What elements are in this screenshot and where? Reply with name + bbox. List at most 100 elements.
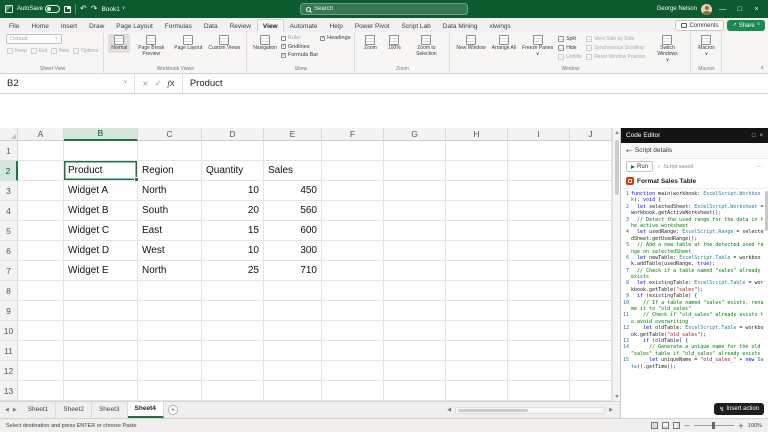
cell-G10[interactable] — [384, 321, 446, 341]
cell-F6[interactable] — [322, 241, 384, 261]
cell-C8[interactable] — [138, 281, 202, 301]
hscroll-left-icon[interactable]: ◀ — [445, 407, 453, 413]
col-header-H[interactable]: H — [446, 128, 508, 141]
insert-action-button[interactable]: ↯ Insert action — [714, 403, 764, 415]
cell-C7[interactable]: North — [138, 261, 202, 281]
zoom-percent[interactable]: 100% — [748, 423, 762, 429]
insert-function-icon[interactable]: fx — [167, 78, 174, 89]
cell-I1[interactable] — [508, 141, 570, 161]
cell-H9[interactable] — [446, 301, 508, 321]
ribbon-tab-page-layout[interactable]: Page Layout — [110, 19, 159, 32]
undo-icon[interactable]: ↶ — [80, 5, 87, 13]
navigation-button[interactable]: Navigation — [251, 34, 279, 53]
autosave-toggle[interactable] — [45, 5, 60, 13]
popout-icon[interactable]: □ — [752, 133, 756, 139]
cell-F8[interactable] — [322, 281, 384, 301]
cell-I7[interactable] — [508, 261, 570, 281]
cell-C3[interactable]: North — [138, 181, 202, 201]
cell-I6[interactable] — [508, 241, 570, 261]
cell-F3[interactable] — [322, 181, 384, 201]
cell-H12[interactable] — [446, 361, 508, 381]
col-header-F[interactable]: F — [322, 128, 384, 141]
cell-F1[interactable] — [322, 141, 384, 161]
scroll-down-icon[interactable] — [615, 395, 619, 398]
ribbon-tab-automate[interactable]: Automate — [284, 19, 324, 32]
col-header-J[interactable]: J — [570, 128, 612, 141]
col-header-C[interactable]: C — [138, 128, 202, 141]
cell-C4[interactable]: South — [138, 201, 202, 221]
cell-J8[interactable] — [570, 281, 612, 301]
ribbon-tab-home[interactable]: Home — [25, 19, 54, 32]
cell-G4[interactable] — [384, 201, 446, 221]
zoom-in-icon[interactable]: + — [738, 422, 744, 430]
cell-J2[interactable] — [570, 161, 612, 181]
cell-C13[interactable] — [138, 381, 202, 401]
add-sheet-button[interactable]: + — [168, 405, 178, 415]
row-header-13[interactable]: 13 — [0, 381, 18, 401]
row-header-2[interactable]: 2 — [0, 161, 18, 181]
cell-D11[interactable] — [202, 341, 264, 361]
cell-A3[interactable] — [18, 181, 64, 201]
row-header-5[interactable]: 5 — [0, 221, 18, 241]
more-options-icon[interactable]: ··· — [756, 164, 764, 170]
unhide-button[interactable]: Unhide — [557, 52, 583, 61]
row-header-9[interactable]: 9 — [0, 301, 18, 321]
cell-A4[interactable] — [18, 201, 64, 221]
col-header-G[interactable]: G — [384, 128, 446, 141]
cell-J6[interactable] — [570, 241, 612, 261]
cell-E13[interactable] — [264, 381, 322, 401]
100-button[interactable]: 100% — [383, 34, 405, 53]
cell-A12[interactable] — [18, 361, 64, 381]
ribbon-dropdown-default[interactable]: Default∨ — [6, 34, 62, 44]
cell-I11[interactable] — [508, 341, 570, 361]
cell-E2[interactable]: Sales — [264, 161, 322, 181]
cell-J13[interactable] — [570, 381, 612, 401]
macros-button[interactable]: Macros∨ — [695, 34, 717, 58]
cell-E10[interactable] — [264, 321, 322, 341]
collapse-ribbon-icon[interactable]: ∧ — [760, 65, 764, 71]
ribbon-tab-power-pivot[interactable]: Power Pivot — [349, 19, 396, 32]
col-header-I[interactable]: I — [508, 128, 570, 141]
cell-E3[interactable]: 450 — [264, 181, 322, 201]
cell-J5[interactable] — [570, 221, 612, 241]
cell-D12[interactable] — [202, 361, 264, 381]
normal-view-icon[interactable] — [651, 422, 658, 429]
cell-H10[interactable] — [446, 321, 508, 341]
cell-H8[interactable] — [446, 281, 508, 301]
freeze-panes-button[interactable]: Freeze Panes∨ — [520, 34, 555, 58]
cell-F11[interactable] — [322, 341, 384, 361]
cell-B8[interactable] — [64, 281, 138, 301]
cell-H6[interactable] — [446, 241, 508, 261]
checkbox-headings[interactable]: ✓Headings — [320, 34, 350, 43]
switch-windows-button[interactable]: Switch Windows∨ — [648, 34, 686, 64]
select-all-corner[interactable] — [0, 128, 18, 141]
ribbon-tab-xlwings[interactable]: xlwings — [483, 19, 516, 32]
save-icon[interactable] — [64, 6, 71, 13]
col-header-A[interactable]: A — [18, 128, 64, 141]
cell-C5[interactable]: East — [138, 221, 202, 241]
cell-C2[interactable]: Region — [138, 161, 202, 181]
cell-F5[interactable] — [322, 221, 384, 241]
row-header-12[interactable]: 12 — [0, 361, 18, 381]
script-details-nav[interactable]: ← Script details — [621, 143, 768, 159]
cell-F12[interactable] — [322, 361, 384, 381]
hscroll-thumb[interactable] — [458, 409, 528, 413]
cell-I2[interactable] — [508, 161, 570, 181]
cell-I5[interactable] — [508, 221, 570, 241]
sheet-tab-sheet2[interactable]: Sheet2 — [56, 402, 92, 418]
ribbon-tab-data[interactable]: Data — [198, 19, 224, 32]
cell-F4[interactable] — [322, 201, 384, 221]
close-button[interactable]: × — [750, 0, 763, 18]
col-header-D[interactable]: D — [202, 128, 264, 141]
cell-E1[interactable] — [264, 141, 322, 161]
cell-D7[interactable]: 25 — [202, 261, 264, 281]
cell-G2[interactable] — [384, 161, 446, 181]
cell-D9[interactable] — [202, 301, 264, 321]
comments-button[interactable]: Comments — [675, 20, 724, 31]
search-box[interactable] — [300, 3, 468, 15]
cell-E12[interactable] — [264, 361, 322, 381]
formula-input[interactable]: Product — [183, 74, 768, 93]
cell-G9[interactable] — [384, 301, 446, 321]
row-header-11[interactable]: 11 — [0, 341, 18, 361]
workbook-title[interactable]: Book1 ∨ — [101, 6, 125, 13]
